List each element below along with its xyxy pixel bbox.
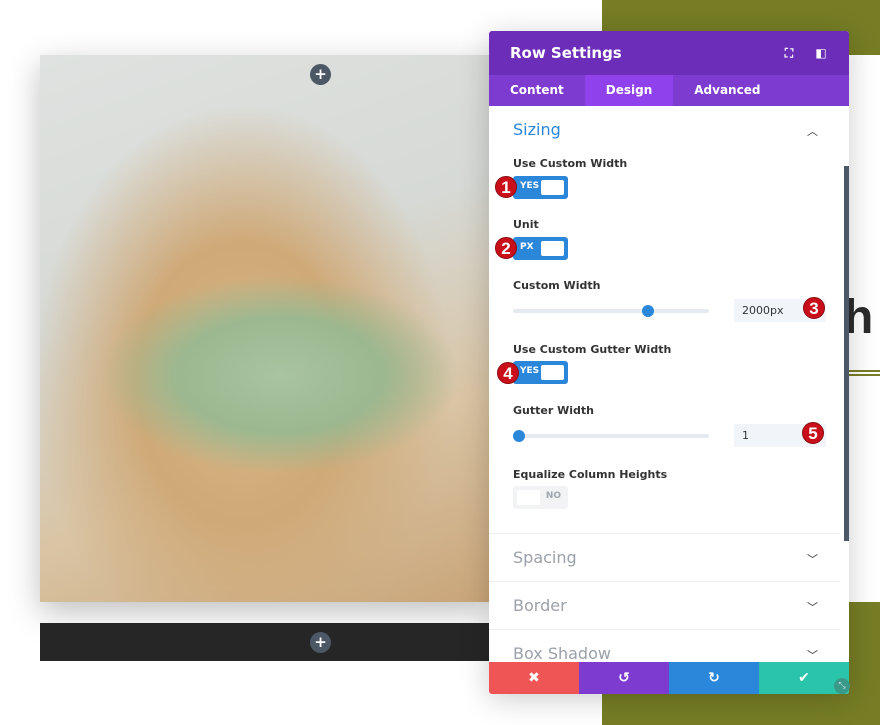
panel-tabs: Content Design Advanced — [489, 75, 849, 106]
add-module-button[interactable]: + — [310, 64, 331, 85]
add-row-button[interactable]: + — [310, 632, 331, 653]
step-badge-2: 2 — [495, 237, 517, 259]
slider-thumb[interactable] — [513, 430, 525, 442]
use-custom-gutter-label: Use Custom Gutter Width — [513, 343, 672, 356]
custom-width-slider[interactable] — [513, 305, 709, 317]
air-plant-image — [40, 55, 489, 602]
panel-body: Sizing ︿ Use Custom Width YES Unit PX Cu… — [489, 106, 849, 693]
cancel-button[interactable]: ✖ — [489, 662, 579, 694]
toggle-text: YES — [520, 181, 540, 191]
unit-label: Unit — [513, 218, 539, 231]
tab-advanced[interactable]: Advanced — [673, 75, 781, 106]
unit-toggle[interactable]: PX — [513, 237, 568, 260]
scrollbar[interactable] — [844, 166, 849, 541]
slider-thumb[interactable] — [641, 305, 654, 317]
toggle-knob — [517, 490, 540, 505]
section-label: Box Shadow — [513, 644, 611, 663]
toggle-knob — [541, 180, 564, 195]
use-custom-width-label: Use Custom Width — [513, 157, 628, 170]
toggle-text: PX — [520, 242, 534, 252]
tab-content[interactable]: Content — [489, 75, 585, 106]
toggle-knob — [541, 365, 564, 380]
step-badge-4: 4 — [497, 362, 519, 384]
section-label: Spacing — [513, 548, 577, 567]
redo-button[interactable]: ↻ — [669, 662, 759, 694]
custom-width-label: Custom Width — [513, 279, 601, 292]
equalize-label: Equalize Column Heights — [513, 468, 668, 481]
divider-line — [849, 374, 880, 376]
tab-design[interactable]: Design — [584, 75, 674, 106]
spacing-section[interactable]: Spacing ﹀ — [489, 533, 839, 581]
panel-footer: ✖ ↺ ↻ ✔ — [489, 662, 849, 694]
row-settings-panel: Row Settings ⛶ ◧ Content Design Advanced… — [489, 31, 849, 694]
toggle-text: YES — [520, 366, 540, 376]
use-custom-width-toggle[interactable]: YES — [513, 176, 568, 199]
use-custom-gutter-toggle[interactable]: YES — [513, 361, 568, 384]
divider-line — [849, 370, 880, 372]
chevron-down-icon: ﹀ — [807, 601, 818, 614]
toggle-knob — [541, 241, 564, 256]
gutter-width-slider[interactable] — [513, 430, 709, 442]
border-section[interactable]: Border ﹀ — [489, 581, 839, 629]
undo-button[interactable]: ↺ — [579, 662, 669, 694]
step-badge-1: 1 — [495, 176, 517, 198]
chevron-down-icon: ﹀ — [807, 649, 818, 662]
chevron-down-icon: ﹀ — [807, 553, 818, 566]
toggle-text: NO — [545, 491, 561, 501]
step-badge-5: 5 — [802, 422, 824, 444]
resize-handle-icon[interactable]: ⤡ — [834, 678, 850, 694]
chevron-up-icon[interactable]: ︿ — [807, 123, 818, 139]
panel-title: Row Settings — [510, 44, 622, 62]
dark-row — [40, 623, 489, 661]
sizing-section-title[interactable]: Sizing — [513, 120, 561, 139]
step-badge-3: 3 — [803, 297, 825, 319]
section-label: Border — [513, 596, 567, 615]
sidebar-toggle-icon[interactable]: ◧ — [814, 46, 828, 60]
gutter-width-label: Gutter Width — [513, 404, 594, 417]
fullscreen-icon[interactable]: ⛶ — [782, 46, 796, 60]
panel-header: Row Settings ⛶ ◧ — [489, 31, 849, 75]
equalize-toggle[interactable]: NO — [513, 486, 568, 509]
